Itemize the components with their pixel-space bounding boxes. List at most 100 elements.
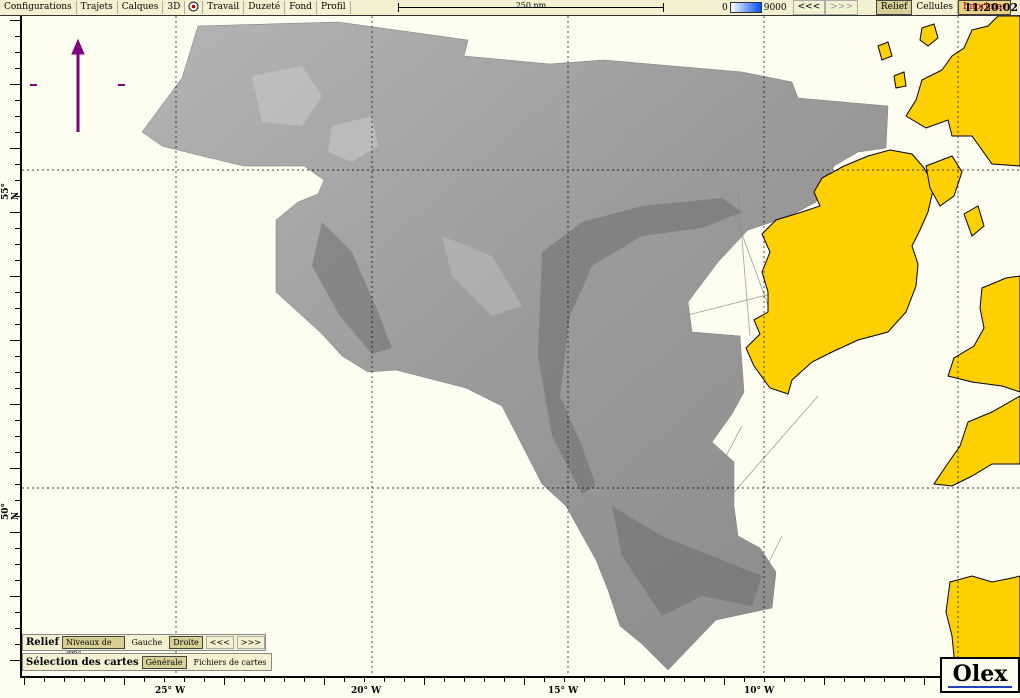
chart-map[interactable] [22, 16, 1020, 676]
lat-tick [10, 20, 20, 21]
niveaux-de-gris-button[interactable]: Niveaux de gris [61, 636, 125, 658]
lon-tick [244, 678, 245, 682]
lon-tick [804, 678, 805, 682]
lat-tick [15, 164, 20, 165]
menu-duzete[interactable]: Duzeté [244, 1, 286, 14]
scale-bar: 250 nm [398, 1, 664, 12]
north-arrow-icon [30, 38, 125, 132]
generale-button[interactable]: Générale [141, 655, 187, 669]
relief-prev-button[interactable]: <<< [205, 636, 234, 649]
lat-tick [15, 548, 20, 549]
lat-tick [15, 436, 20, 437]
gauche-button[interactable]: Gauche [128, 636, 167, 649]
lon-tick [604, 678, 605, 682]
lon-tick [404, 678, 405, 682]
lat-tick [15, 356, 20, 357]
lon-tick [444, 678, 445, 682]
relief-button[interactable]: Relief [875, 0, 913, 15]
menu-configurations[interactable]: Configurations [0, 1, 77, 14]
lat-tick [15, 196, 20, 197]
lat-tick [10, 660, 20, 661]
depth-min: 0 [722, 2, 728, 13]
lat-tick [15, 52, 20, 53]
lat-tick [10, 468, 20, 469]
lon-tick [204, 678, 205, 682]
lon-tick [264, 678, 265, 682]
menu-travail[interactable]: Travail [203, 1, 245, 14]
lat-tick [15, 292, 20, 293]
lon-tick [384, 678, 385, 682]
depth-max: 9000 [763, 2, 787, 13]
lon-tick [764, 678, 765, 682]
lat-label-55: 55° N [1, 182, 21, 200]
lon-tick [464, 678, 465, 682]
lon-tick [84, 678, 85, 682]
cellules-button[interactable]: Cellules [912, 1, 959, 14]
lon-label-15: 15° W [548, 686, 579, 696]
relief-panel: Relief Niveaux de gris Gauche Droite <<<… [22, 634, 266, 658]
depth-gradient [729, 2, 762, 13]
lon-tick [104, 678, 105, 682]
lat-tick [10, 340, 20, 341]
lat-tick [15, 132, 20, 133]
latitude-ruler: 55° N 50° N [0, 16, 22, 676]
relief-next-button[interactable]: >>> [236, 636, 265, 649]
lat-tick [15, 452, 20, 453]
lon-tick [564, 678, 565, 682]
lat-tick [10, 148, 20, 149]
olex-logo-text: Olex [952, 661, 1008, 687]
lat-tick [15, 580, 20, 581]
nav-prev-button[interactable]: <<< [792, 0, 826, 15]
lat-label-50: 50° N [1, 502, 21, 520]
lon-tick [224, 678, 225, 685]
lat-tick [15, 388, 20, 389]
lat-tick [10, 212, 20, 213]
olex-logo: Olex [940, 657, 1020, 693]
lat-tick [15, 36, 20, 37]
lon-tick [544, 678, 545, 682]
scale-label: 250 nm [515, 1, 547, 10]
lat-tick [15, 612, 20, 613]
menu-trajets[interactable]: Trajets [77, 1, 118, 14]
lat-tick [15, 244, 20, 245]
lon-tick [484, 678, 485, 682]
lon-tick [864, 678, 865, 682]
lat-tick [10, 84, 20, 85]
lon-tick [924, 678, 925, 685]
lon-tick [304, 678, 305, 682]
lon-tick [124, 678, 125, 685]
droite-button[interactable]: Droite [169, 636, 203, 649]
lat-tick [15, 180, 20, 181]
lat-tick [15, 484, 20, 485]
lon-tick [324, 678, 325, 685]
menu-fond[interactable]: Fond [285, 1, 317, 14]
lon-tick [624, 678, 625, 685]
lat-tick [15, 500, 20, 501]
fichiers-de-cartes-button[interactable]: Fichiers de cartes [190, 656, 271, 669]
nav-next-button[interactable]: >>> [825, 0, 858, 15]
target-icon[interactable] [185, 1, 204, 14]
lon-tick [684, 678, 685, 682]
lat-tick [10, 596, 20, 597]
lat-tick [15, 116, 20, 117]
lon-tick [344, 678, 345, 682]
lon-tick [284, 678, 285, 682]
lat-tick [15, 628, 20, 629]
menu-profil[interactable]: Profil [317, 1, 351, 14]
chart-selection-panel: Sélection des cartes Générale Fichiers d… [22, 653, 272, 671]
lon-tick [184, 678, 185, 682]
lat-tick [15, 644, 20, 645]
lon-label-10: 10° W [744, 686, 775, 696]
lon-tick [664, 678, 665, 682]
lat-tick [15, 516, 20, 517]
menu-calques[interactable]: Calques [118, 1, 164, 14]
lon-tick [904, 678, 905, 682]
menu-3d[interactable]: 3D [163, 1, 186, 14]
lat-tick [15, 308, 20, 309]
lon-tick [64, 678, 65, 682]
lon-label-25: 25° W [155, 686, 186, 696]
lat-tick [15, 324, 20, 325]
lat-tick [10, 276, 20, 277]
lon-tick [524, 678, 525, 685]
lat-tick [15, 260, 20, 261]
